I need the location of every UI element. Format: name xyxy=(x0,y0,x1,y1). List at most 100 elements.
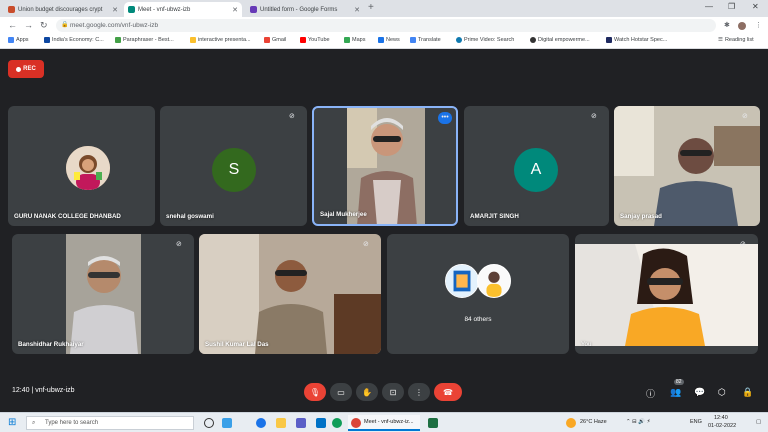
participant-tile-active[interactable]: ••• Sajal Mukherjee xyxy=(312,106,458,226)
participant-tile[interactable]: GURU NANAK COLLEGE DHANBAD xyxy=(8,106,155,226)
excel-icon[interactable] xyxy=(428,418,438,428)
participant-tile[interactable]: ⊘ Banshidhar Rukhaiyar xyxy=(12,234,194,354)
taskbar-search-input[interactable]: ⌕ Type here to search xyxy=(26,416,194,430)
avatar xyxy=(477,264,511,298)
bookmark-icon xyxy=(190,37,196,43)
bookmark-maps[interactable]: Maps xyxy=(344,37,365,43)
url-input[interactable]: 🔒 meet.google.com/vnf-ubwz-izb xyxy=(56,19,716,32)
bookmark-gmail[interactable]: Gmail xyxy=(264,37,286,43)
taskbar-active-app[interactable]: Meet - vnf-ubwz-iz... xyxy=(348,415,420,431)
clock-time[interactable]: 12:40 xyxy=(714,415,728,421)
clock-date[interactable]: 01-02-2022 xyxy=(708,423,736,429)
file-explorer-icon[interactable] xyxy=(276,418,286,428)
mic-off-icon: ⊘ xyxy=(363,241,369,248)
mic-toggle-button[interactable]: 🎙 xyxy=(304,383,326,401)
tab-google-forms[interactable]: Untitled form - Google Forms ✕ xyxy=(246,2,364,17)
bookmark-item[interactable]: Digital empowerme... xyxy=(530,37,590,43)
bookmark-item[interactable]: India's Economy: C... xyxy=(44,37,104,43)
chrome-icon xyxy=(351,418,361,428)
minimize-icon[interactable]: — xyxy=(705,2,713,11)
gmail-icon xyxy=(264,37,270,43)
bookmark-hotstar[interactable]: Watch Hotstar Spec... xyxy=(606,37,667,43)
reading-list[interactable]: ☰ Reading list xyxy=(718,37,754,43)
bookmark-icon xyxy=(115,37,121,43)
participant-name: GURU NANAK COLLEGE DHANBAD xyxy=(14,213,121,220)
end-call-button[interactable]: ☎ xyxy=(434,383,462,401)
mic-off-icon: ⊘ xyxy=(742,113,748,120)
close-window-icon[interactable]: ✕ xyxy=(752,2,759,11)
info-icon[interactable]: ⓘ xyxy=(646,387,655,400)
extensions-icon[interactable]: ✱ xyxy=(724,21,730,29)
end-call-icon: ☎ xyxy=(443,387,453,397)
widgets-icon[interactable] xyxy=(222,418,232,428)
chat-icon[interactable]: 💬 xyxy=(694,387,705,398)
mic-off-icon: ⊘ xyxy=(176,241,182,248)
rec-label: REC xyxy=(23,66,36,72)
back-icon[interactable]: ← xyxy=(8,20,17,30)
menu-icon[interactable]: ⋮ xyxy=(755,21,762,29)
raise-hand-button[interactable]: ✋ xyxy=(356,383,378,401)
video-frame xyxy=(66,234,141,354)
windows-start-icon[interactable]: ⊞ xyxy=(8,417,16,428)
participant-count-badge: 82 xyxy=(674,379,684,385)
close-icon[interactable]: ✕ xyxy=(354,6,360,14)
bookmark-prime-video[interactable]: Prime Video: Search xyxy=(456,37,514,43)
store-icon[interactable] xyxy=(296,418,306,428)
tab-union-budget[interactable]: Union budget discourages crypt ✕ xyxy=(4,2,122,17)
avatar xyxy=(66,146,110,190)
maximize-icon[interactable]: ❐ xyxy=(728,2,735,11)
hand-icon: ✋ xyxy=(362,387,372,397)
close-icon[interactable]: ✕ xyxy=(232,6,238,14)
apps-icon xyxy=(8,37,14,43)
new-tab-button[interactable]: + xyxy=(368,2,374,13)
reload-icon[interactable]: ↻ xyxy=(40,20,48,31)
participant-tile[interactable]: ⊘ A AMARJIT SINGH xyxy=(464,106,609,226)
chrome-icon[interactable] xyxy=(332,418,342,428)
bookmark-apps[interactable]: Apps xyxy=(8,37,29,43)
search-placeholder: Type here to search xyxy=(45,420,99,426)
close-icon[interactable]: ✕ xyxy=(112,6,118,14)
host-controls-icon[interactable]: 🔒 xyxy=(742,387,753,398)
mic-off-icon: ⊘ xyxy=(591,113,597,120)
more-options-icon[interactable]: ••• xyxy=(438,112,452,124)
forward-icon[interactable]: → xyxy=(24,20,33,30)
recording-badge: REC xyxy=(8,60,44,78)
camera-toggle-button[interactable]: ▭ xyxy=(330,383,352,401)
participant-video xyxy=(66,234,141,354)
notification-icon[interactable]: ▢ xyxy=(756,419,761,425)
participant-tile[interactable]: ⊘ Sanjay prasad xyxy=(614,106,760,226)
bookmark-translate[interactable]: Translate xyxy=(410,37,441,43)
present-button[interactable]: ⊡ xyxy=(382,383,404,401)
address-bar: ← → ↻ 🔒 meet.google.com/vnf-ubwz-izb ✱ ⋮ xyxy=(0,17,768,35)
tab-bar: Union budget discourages crypt ✕ Meet - … xyxy=(0,0,768,17)
bookmark-news[interactable]: News xyxy=(378,37,400,43)
self-tile[interactable]: ⊘ You xyxy=(575,234,758,354)
more-options-button[interactable]: ⋮ xyxy=(408,383,430,401)
bookmark-label: Apps xyxy=(16,37,29,43)
profile-avatar[interactable] xyxy=(738,22,746,30)
others-tile[interactable]: 84 others xyxy=(387,234,569,354)
participant-name: Sanjay prasad xyxy=(620,213,662,220)
weather-text[interactable]: 26°C Haze xyxy=(580,419,607,425)
tray-icons[interactable]: ⌃ ⊟ 🔊 ⚡ xyxy=(626,419,651,425)
activities-icon[interactable]: ⬡ xyxy=(718,387,726,398)
bookmark-label: News xyxy=(386,37,400,43)
mail-icon[interactable] xyxy=(316,418,326,428)
task-view-icon[interactable] xyxy=(204,418,214,428)
bookmark-label: Digital empowerme... xyxy=(538,37,590,43)
tab-title: Union budget discourages crypt xyxy=(18,6,103,13)
edge-icon[interactable] xyxy=(256,418,266,428)
participant-tile[interactable]: ⊘ S snehal goswami xyxy=(160,106,307,226)
bookmark-item[interactable]: interactive presenta... xyxy=(190,37,251,43)
bookmark-youtube[interactable]: YouTube xyxy=(300,37,330,43)
more-vert-icon: ⋮ xyxy=(415,387,423,397)
meeting-code: vnf-ubwz-izb xyxy=(35,387,75,394)
video-frame xyxy=(614,106,760,226)
bookmark-item[interactable]: Paraphraser - Best... xyxy=(115,37,174,43)
participant-tile[interactable]: ⊘ Sushil Kumar Lal Das xyxy=(199,234,381,354)
language-indicator[interactable]: ENG xyxy=(690,419,702,425)
participant-name: Sushil Kumar Lal Das xyxy=(205,341,269,348)
tab-meet[interactable]: Meet - vnf-ubwz-izb ✕ xyxy=(124,2,242,17)
people-icon[interactable]: 👥 xyxy=(670,387,681,398)
tab-title: Meet - vnf-ubwz-izb xyxy=(138,6,191,13)
